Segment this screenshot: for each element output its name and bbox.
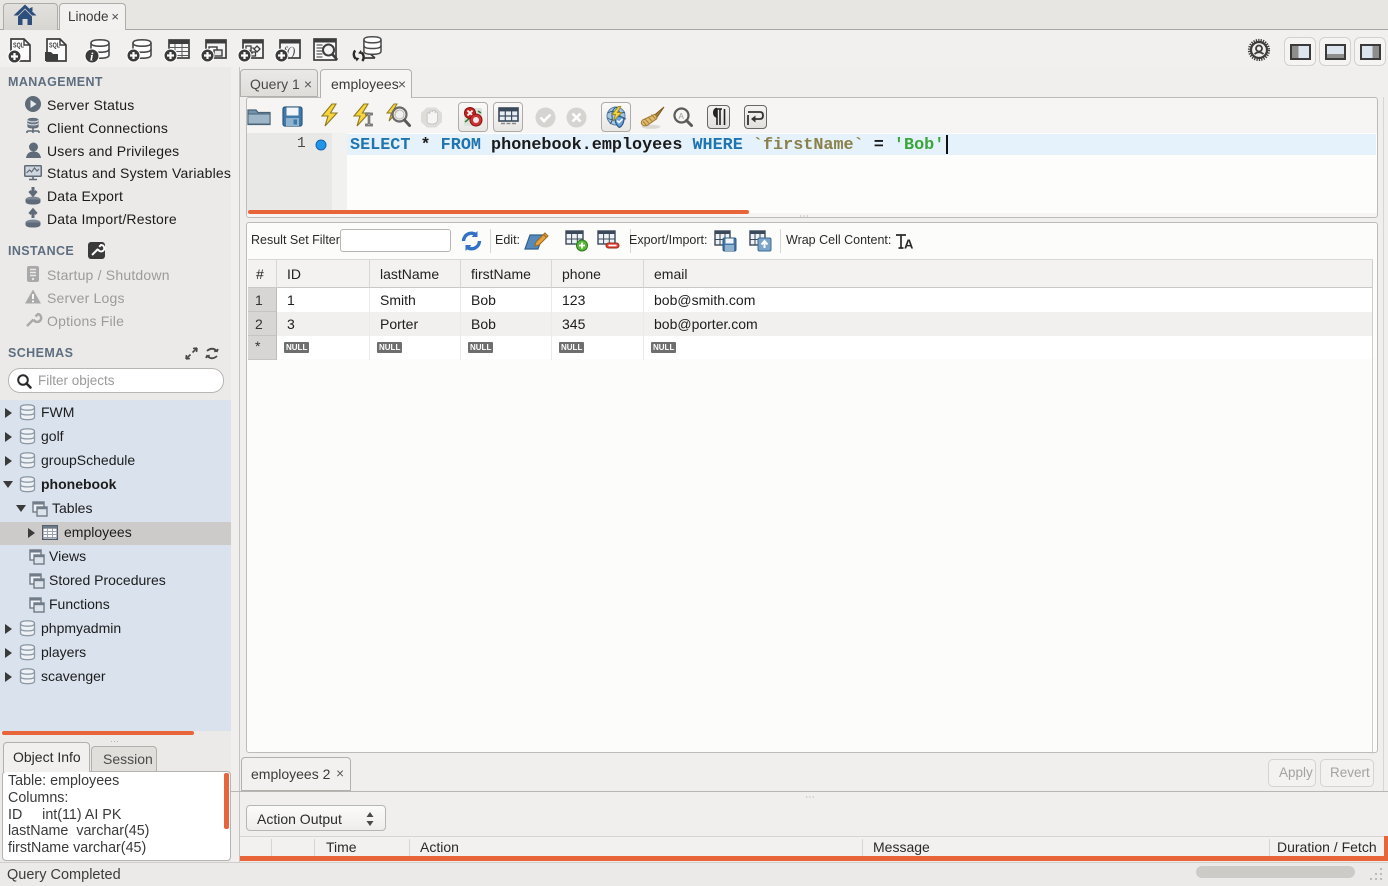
svg-text:A: A [904, 237, 914, 252]
svg-text:A: A [679, 112, 685, 121]
